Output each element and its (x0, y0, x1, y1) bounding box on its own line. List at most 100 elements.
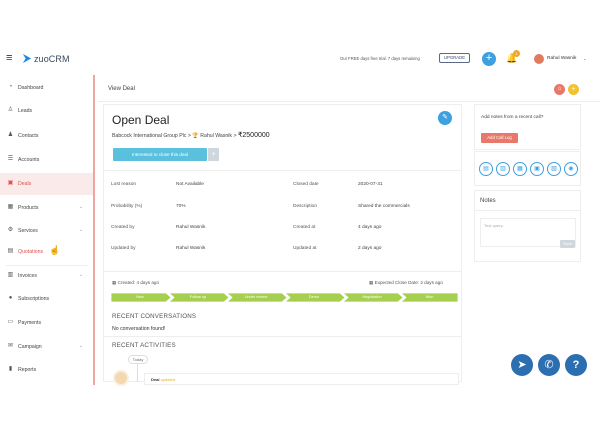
stage-under-review[interactable]: Under review (227, 293, 285, 302)
field-label: Lost reason (111, 182, 137, 187)
calendar-icon[interactable]: ▣ (530, 162, 544, 176)
quick-add-button[interactable]: + (482, 52, 496, 66)
sidebar-item-label: Quotations (18, 249, 44, 255)
activity-avatar (113, 370, 129, 386)
chevron-down-icon[interactable]: ⌄ (583, 56, 586, 61)
activity-highlight: updated (160, 377, 176, 382)
sidebar-item-label: Invoices (18, 273, 38, 279)
sidebar-item-label: Deals (18, 181, 32, 187)
stage-won[interactable]: Won (401, 293, 458, 302)
sidebar-item-label: Services (18, 228, 38, 234)
hand-cursor-icon: ☝ (49, 245, 61, 255)
stage-negotiation[interactable]: Negotiation (343, 293, 401, 302)
expected-close-text: Expected Close Date: 2 days ago (374, 280, 443, 285)
file-icon[interactable]: ▦ (513, 162, 527, 176)
add-button[interactable]: + (568, 84, 579, 95)
sidebar-item-dashboard[interactable]: ◔ Dashboard (0, 77, 93, 99)
sidebar-item-deals[interactable]: ▣ Deals (0, 173, 93, 195)
chevron-down-icon: ⌄ (79, 272, 84, 278)
home-button[interactable]: ⌂ (554, 84, 565, 95)
page-header: View Deal ⌂ + (98, 79, 600, 101)
sidebar-item-services[interactable]: ⚙ Services ⌄ (0, 220, 93, 242)
sidebar-item-leads[interactable]: ♙ Leads (0, 100, 93, 122)
stage-demo[interactable]: Demo (285, 293, 343, 302)
notification-badge: 1 (513, 50, 520, 57)
sidebar-item-subscriptions[interactable]: ● Subscriptions (0, 288, 93, 310)
sidebar-item-products[interactable]: ▦ Products ⌄ (0, 197, 93, 219)
sidebar-item-label: Payments (18, 320, 42, 326)
user-avatar[interactable] (534, 54, 544, 64)
field-label: Description (293, 204, 317, 209)
timeline-line (137, 364, 138, 382)
sidebar-item-label: Products (18, 205, 39, 211)
notes-save-button[interactable]: Save (560, 240, 575, 248)
field-label: Updated by (111, 246, 136, 251)
phone-button[interactable]: ✆ (538, 354, 560, 376)
field-label: Probability (%) (111, 204, 143, 209)
sidebar: ◔ Dashboard ♙ Leads ♟ Contacts ☰ Account… (0, 75, 95, 385)
payments-icon: ▭ (7, 319, 14, 325)
attachment-icon[interactable]: ▧ (547, 162, 561, 176)
sidebar-item-payments[interactable]: ▭ Payments (0, 312, 93, 334)
chevron-down-icon: ⌄ (79, 227, 84, 233)
field-value: 4 days ago (358, 225, 382, 230)
dashboard-icon: ◔ (8, 84, 13, 90)
sidebar-item-label: Leads (18, 108, 33, 114)
document-icon[interactable]: ▥ (496, 162, 510, 176)
stage-new[interactable]: New (111, 293, 169, 302)
field-label: Created at (293, 225, 316, 230)
sidebar-item-label: Dashboard (18, 85, 44, 91)
breadcrumb-path[interactable]: Babcock International Group Plc > 🏆 Rahu… (112, 133, 238, 139)
expected-close-meta: ▦ Expected Close Date: 2 days ago (369, 280, 443, 285)
notes-icon[interactable]: ▤ (479, 162, 493, 176)
add-call-log-button[interactable]: Add Call Log (481, 133, 518, 143)
add-notes-prompt: Add notes from a recent call? (481, 115, 544, 120)
field-value: 2 days ago (358, 246, 382, 251)
field-value: Not Available (176, 182, 204, 187)
notes-title: Notes (480, 198, 496, 204)
created-meta: ▦ Created: 4 days ago (112, 280, 159, 285)
reports-icon: ▮ (8, 366, 13, 372)
today-pill: Today (128, 355, 148, 364)
sidebar-item-quotations[interactable]: ▤ Quotations (0, 241, 93, 263)
deal-card: Open Deal ✎ Babcock International Group … (103, 104, 462, 386)
field-value: Shared the commercials (358, 204, 410, 209)
sidebar-item-contacts[interactable]: ♟ Contacts (0, 125, 93, 147)
field-value: Rahul Wasnik (176, 246, 206, 251)
activity-prefix: Deal (151, 377, 160, 382)
deals-icon: ▣ (7, 180, 14, 186)
activity-item[interactable]: Deal updated (144, 373, 459, 385)
interest-button[interactable]: Interested to close this deal (113, 148, 207, 161)
chevron-down-icon: ⌄ (79, 343, 84, 349)
user-name[interactable]: Rahul Wasnik (547, 56, 576, 61)
accounts-icon: ☰ (7, 156, 14, 162)
interest-add-button[interactable]: + (208, 148, 219, 161)
breadcrumb: Babcock International Group Plc > 🏆 Rahu… (112, 131, 270, 139)
telegram-button[interactable]: ➤ (511, 354, 533, 376)
help-button[interactable]: ? (565, 354, 587, 376)
sidebar-item-campaign[interactable]: ✉ Campaign ⌄ (0, 336, 93, 358)
view-icon[interactable]: ◉ (564, 162, 578, 176)
contacts-icon: ♟ (7, 132, 14, 138)
page-title: View Deal (108, 86, 135, 92)
divider (104, 271, 461, 272)
top-bar: ≡ zuoCRM Our FREE days free trial. 7 day… (0, 47, 600, 71)
field-label: Created by (111, 225, 135, 230)
logo-icon (22, 53, 32, 64)
brand-name[interactable]: zuoCRM (34, 54, 70, 64)
sidebar-item-label: Reports (18, 367, 37, 373)
hamburger-menu-icon[interactable]: ≡ (6, 53, 12, 64)
sidebar-item-accounts[interactable]: ☰ Accounts (0, 149, 93, 171)
invoices-icon: ▥ (7, 272, 14, 278)
sidebar-item-label: Campaign (18, 344, 42, 350)
leads-icon: ♙ (7, 107, 14, 113)
no-conversation-text: No conversation found! (112, 326, 166, 332)
stage-follow-up[interactable]: Follow up (169, 293, 227, 302)
edit-deal-button[interactable]: ✎ (438, 111, 452, 125)
sidebar-item-reports[interactable]: ▮ Reports (0, 359, 93, 381)
chevron-down-icon: ⌄ (79, 204, 84, 210)
sidebar-item-label: Accounts (18, 157, 40, 163)
upgrade-button[interactable]: UPGRADE (439, 53, 470, 63)
services-icon: ⚙ (7, 227, 14, 233)
sidebar-item-invoices[interactable]: ▥ Invoices ⌄ (0, 265, 93, 287)
